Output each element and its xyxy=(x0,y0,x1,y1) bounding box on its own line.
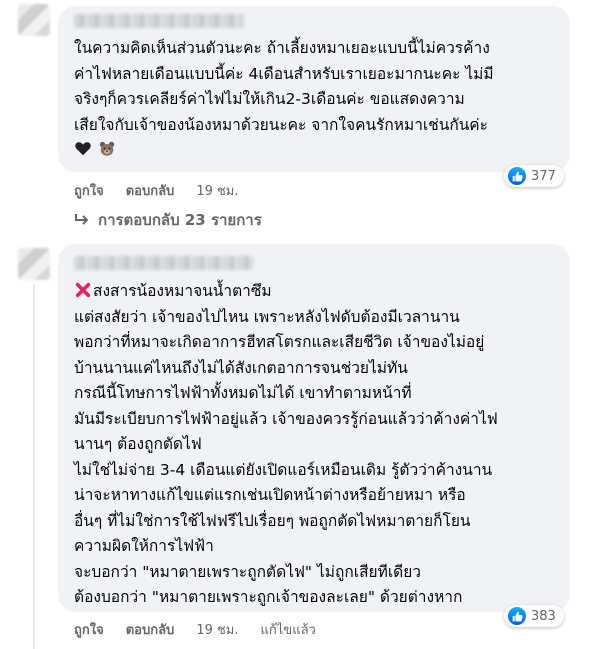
comment-line: น่าจะหาทางแก้ไขแต่แรกเช่นเปิดหน้าต่างหรื… xyxy=(74,486,466,504)
reply-button[interactable]: ตอบกลับ xyxy=(126,619,175,640)
comment-actions: ถูกใจ ตอบกลับ 19 ชม. แก้ไขแล้ว xyxy=(74,619,316,640)
comment-line: จริงๆก็ควรเคลียร์ค่าไฟไม่ให้เกิน2-3เดือน… xyxy=(74,90,465,108)
comment-first-line: สงสารน้องหมาจนน้ำตาซึม xyxy=(74,279,498,305)
commenter-name-redacted[interactable] xyxy=(74,14,244,28)
timestamp[interactable]: 19 ชม. xyxy=(196,180,238,201)
emoji-line xyxy=(74,138,494,164)
black-heart-icon xyxy=(75,142,91,156)
comment-line: กรณีนี้โทษการไฟฟ้าทั้งหมดไม่ได้ เขาทำตาม… xyxy=(74,384,412,402)
bear-icon xyxy=(99,141,115,156)
comment-line: ค่าไฟหลายเดือนแบบนี้ค่ะ 4เดือนสำหรับเราเ… xyxy=(74,64,494,83)
comment-line: แต่สงสัยว่า เจ้าของไปไหน เพราะหลังไฟดับต… xyxy=(74,307,460,326)
comment-text: สงสารน้องหมาจนน้ำตาซึม แต่สงสัยว่า เจ้าข… xyxy=(74,279,498,611)
replies-label: การตอบกลับ 23 รายการ xyxy=(98,211,262,229)
like-reaction-icon xyxy=(508,167,526,185)
like-button[interactable]: ถูกใจ xyxy=(74,180,104,201)
reaction-count: 383 xyxy=(531,608,556,624)
comment-text: ในความคิดเห็นส่วนตัวนะคะ ถ้าเลี้ยงหมาเยอ… xyxy=(74,36,494,164)
comment-line: ในความคิดเห็นส่วนตัวนะคะ ถ้าเลี้ยงหมาเยอ… xyxy=(74,39,490,57)
reaction-count-badge[interactable]: 377 xyxy=(504,165,564,187)
reaction-count: 377 xyxy=(531,168,556,184)
commenter-avatar[interactable] xyxy=(18,4,50,36)
comment-line: พอกว่าที่หมาจะเกิดอาการฮีทสโตรกและเสียชี… xyxy=(74,333,485,351)
reply-arrow-icon xyxy=(75,214,89,225)
comment-line: สงสารน้องหมาจนน้ำตาซึม xyxy=(93,282,272,300)
timestamp[interactable]: 19 ชม. xyxy=(196,619,238,640)
comment-line: บ้านนานแค่ไหนถึงไม่ได้สังเกตอาการจนช่วยไ… xyxy=(74,358,408,377)
comment-line: ต้องบอกว่า "หมาตายเพราะถูกเจ้าของละเลย" … xyxy=(74,588,463,606)
comment-line: ความผิดให้การไฟฟ้า xyxy=(74,537,214,555)
thread-line xyxy=(33,284,35,649)
reply-button[interactable]: ตอบกลับ xyxy=(126,180,175,201)
view-replies-link[interactable]: การตอบกลับ 23 รายการ xyxy=(74,208,262,232)
cross-mark-icon xyxy=(75,282,91,298)
comment-line: นานๆ ต้องถูกตัดไฟ xyxy=(74,435,202,453)
comment-line: เสียใจกับเจ้าของน้องหมาด้วยนะคะ จากใจคนร… xyxy=(74,115,488,134)
reaction-count-badge[interactable]: 383 xyxy=(504,605,564,627)
comment-line: จะบอกว่า "หมาตายเพราะถูกตัดไฟ" ไม่ถูกเสี… xyxy=(74,562,421,581)
commenter-avatar[interactable] xyxy=(18,248,50,280)
commenter-name-redacted[interactable] xyxy=(74,256,254,270)
comment-line: อื่นๆ ที่ไม่ใช่การใช้ไฟฟรีไปเรื่อยๆ พอถู… xyxy=(74,511,471,530)
like-reaction-icon xyxy=(508,607,526,625)
comment-actions: ถูกใจ ตอบกลับ 19 ชม. xyxy=(74,180,239,201)
edited-label[interactable]: แก้ไขแล้ว xyxy=(261,619,316,640)
comment-line: มันมีระเบียบการไฟฟ้าอยู่แล้ว เจ้าของควรร… xyxy=(74,409,498,428)
comment-line: ไม่ใช่ไม่จ่าย 3-4 เดือนแต่ยังเปิดแอร์เหม… xyxy=(74,460,493,479)
like-button[interactable]: ถูกใจ xyxy=(74,619,104,640)
